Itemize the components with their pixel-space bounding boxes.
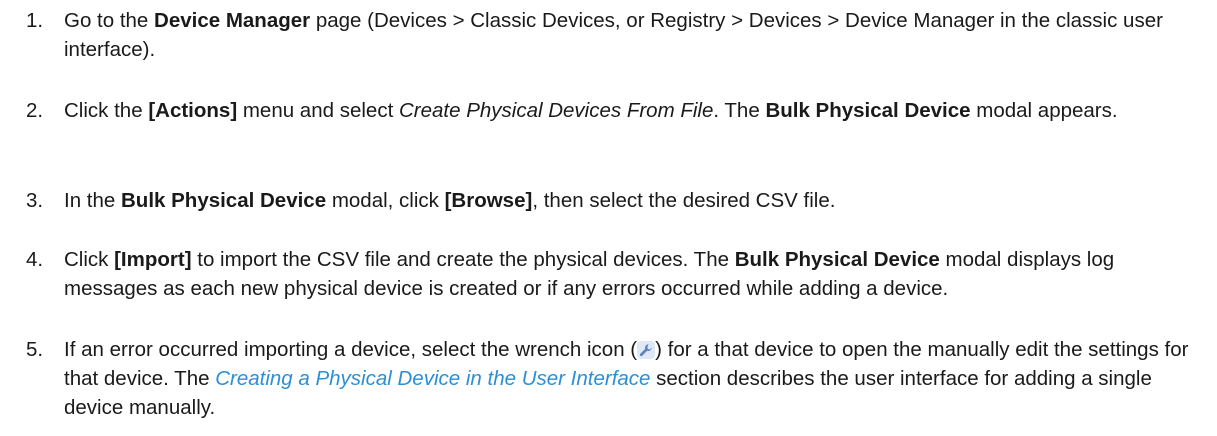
text: In the bbox=[64, 189, 121, 212]
wrench-icon bbox=[637, 341, 656, 359]
ui-term-device-manager: Device Manager bbox=[154, 9, 311, 32]
step-number: 3. bbox=[26, 189, 44, 212]
step-text: In the Bulk Physical Device modal, click… bbox=[64, 186, 1204, 215]
step-number: 2. bbox=[26, 99, 44, 122]
text: Click the bbox=[64, 99, 149, 122]
ui-term-bulk-physical-device: Bulk Physical Device bbox=[121, 189, 327, 212]
step-number: 1. bbox=[26, 9, 44, 32]
ui-term-actions: [Actions] bbox=[148, 99, 238, 122]
text: to import the CSV file and create the ph… bbox=[191, 248, 735, 271]
step-text: Go to the Device Manager page (Devices >… bbox=[64, 6, 1204, 64]
step-text: Click the [Actions] menu and select Crea… bbox=[64, 96, 1204, 125]
step-text: If an error occurred importing a device,… bbox=[64, 335, 1204, 422]
ui-term-bulk-physical-device: Bulk Physical Device bbox=[765, 99, 971, 122]
text: modal appears. bbox=[970, 99, 1118, 122]
step-number: 4. bbox=[26, 248, 44, 271]
text: Click bbox=[64, 248, 115, 271]
text: Go to the bbox=[64, 9, 155, 32]
ui-term-import: [Import] bbox=[114, 248, 192, 271]
step-number: 5. bbox=[26, 338, 44, 361]
ui-term-bulk-physical-device: Bulk Physical Device bbox=[734, 248, 940, 271]
step-text: Click [Import] to import the CSV file an… bbox=[64, 245, 1204, 303]
menu-option-create-physical-devices: Create Physical Devices From File bbox=[398, 99, 714, 122]
text: , then select the desired CSV file. bbox=[532, 189, 836, 212]
link-creating-physical-device[interactable]: Creating a Physical Device in the User I… bbox=[215, 367, 650, 390]
text: . The bbox=[713, 99, 766, 122]
text: modal, click bbox=[326, 189, 445, 212]
ui-term-browse: [Browse] bbox=[444, 189, 533, 212]
text: menu and select bbox=[237, 99, 399, 122]
text: If an error occurred importing a device,… bbox=[64, 338, 638, 361]
